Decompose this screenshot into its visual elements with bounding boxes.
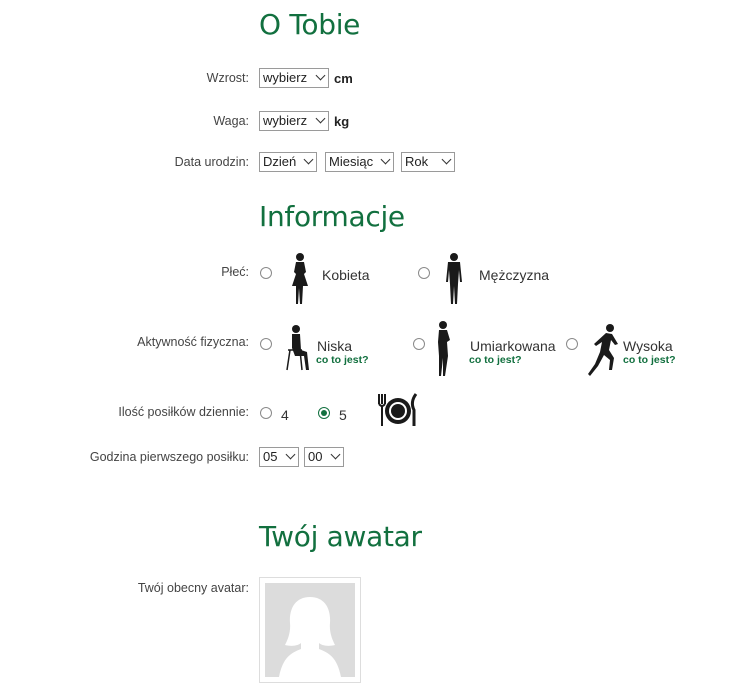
first-meal-hour-select[interactable]: 05 — [259, 447, 299, 467]
activity-high-help-link[interactable]: co to jest? — [623, 354, 676, 366]
meals-4-radio[interactable] — [260, 407, 272, 419]
sex-female-label: Kobieta — [322, 267, 370, 283]
sex-female-radio[interactable] — [260, 267, 272, 279]
female-avatar-placeholder-icon — [265, 583, 355, 677]
first-meal-minute-select[interactable]: 00 — [304, 447, 344, 467]
chevron-down-icon — [303, 154, 314, 165]
height-label: Wzrost: — [206, 71, 249, 85]
sex-male-label: Mężczyzna — [479, 267, 550, 283]
chevron-down-icon — [330, 449, 341, 460]
current-avatar-label: Twój obecny avatar: — [137, 581, 249, 595]
birth-date-label: Data urodzin: — [174, 155, 249, 169]
birth-day-select[interactable]: Dzień — [259, 152, 317, 172]
meals-label: Ilość posiłków dziennie: — [118, 405, 249, 419]
weight-label: Waga: — [213, 114, 249, 128]
chevron-down-icon — [380, 154, 391, 165]
chevron-down-icon — [315, 70, 326, 81]
section-title-info: Informacje — [259, 200, 405, 233]
chevron-down-icon — [315, 113, 326, 124]
sitting-person-icon — [283, 324, 313, 374]
male-silhouette-icon — [442, 252, 466, 306]
chevron-down-icon — [285, 449, 296, 460]
sex-male-radio[interactable] — [418, 267, 430, 279]
weight-unit: kg — [334, 114, 350, 129]
activity-low-label: Niska — [317, 338, 353, 354]
activity-medium-help-link[interactable]: co to jest? — [469, 354, 522, 366]
birth-month-select[interactable]: Miesiąc — [325, 152, 394, 172]
activity-high-radio[interactable] — [566, 338, 578, 350]
birth-year-value: Rok — [405, 154, 429, 169]
first-meal-hour-value: 05 — [263, 449, 278, 464]
activity-medium-label: Umiarkowana — [470, 338, 556, 354]
activity-low-help-link[interactable]: co to jest? — [316, 354, 369, 366]
sex-label: Płeć: — [221, 265, 249, 279]
plate-fork-knife-icon — [376, 392, 420, 428]
first-meal-label: Godzina pierwszego posiłku: — [89, 450, 249, 464]
section-title-avatar: Twój awatar — [259, 520, 422, 553]
first-meal-minute-value: 00 — [308, 449, 323, 464]
activity-high-label: Wysoka — [623, 338, 673, 354]
meals-4-label: 4 — [281, 407, 289, 423]
meals-5-label: 5 — [339, 407, 347, 423]
height-select[interactable]: wybierz — [259, 68, 329, 88]
activity-low-radio[interactable] — [260, 338, 272, 350]
height-select-value: wybierz — [263, 70, 308, 85]
running-person-icon — [586, 322, 622, 378]
meals-5-radio[interactable] — [318, 407, 330, 419]
birth-year-select[interactable]: Rok — [401, 152, 455, 172]
weight-select[interactable]: wybierz — [259, 111, 329, 131]
activity-label: Aktywność fizyczna: — [137, 335, 249, 349]
birth-month-value: Miesiąc — [329, 154, 374, 169]
avatar-frame[interactable] — [259, 577, 361, 683]
weight-select-value: wybierz — [263, 113, 308, 128]
activity-medium-radio[interactable] — [413, 338, 425, 350]
chevron-down-icon — [441, 154, 452, 165]
section-title-about: O Tobie — [259, 8, 361, 41]
female-silhouette-icon — [287, 252, 313, 306]
birth-day-value: Dzień — [263, 154, 297, 169]
height-unit: cm — [334, 71, 353, 86]
standing-person-icon — [432, 320, 456, 378]
